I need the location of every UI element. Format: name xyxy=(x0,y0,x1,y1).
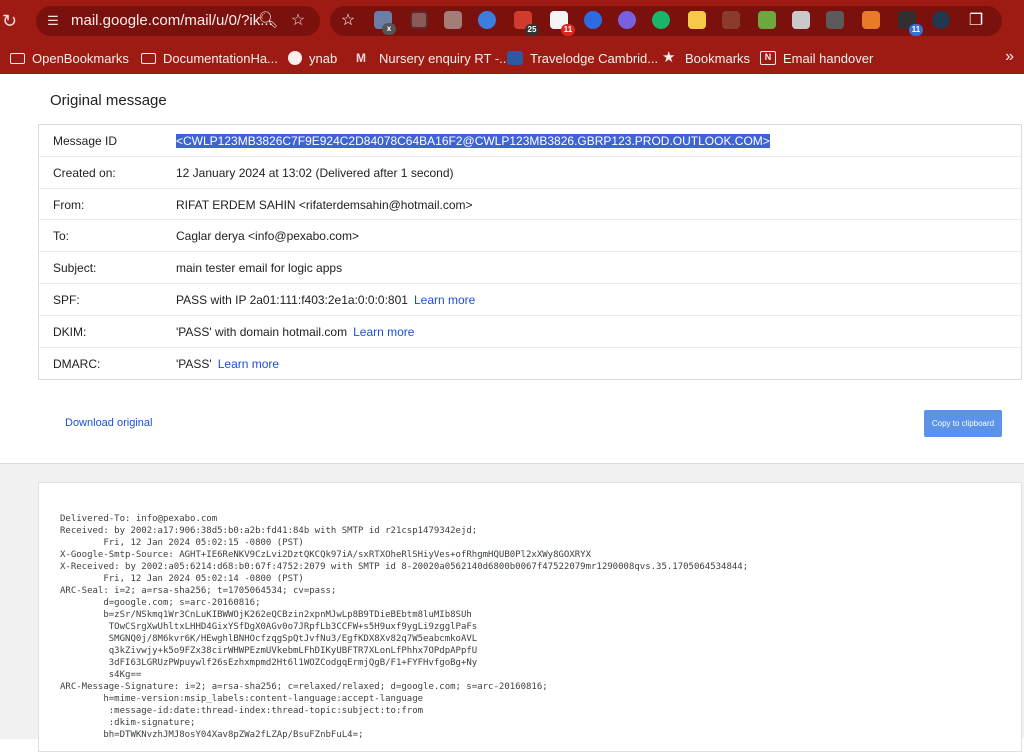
bookmark-item[interactable]: OpenBookmarks xyxy=(10,50,129,66)
extension-icon[interactable]: 11 xyxy=(898,11,923,36)
table-row: DMARC: 'PASS' Learn more xyxy=(39,348,1021,380)
dkim-learn-more-link[interactable]: Learn more xyxy=(353,325,414,339)
row-label: DKIM: xyxy=(53,324,87,339)
spf-learn-more-link[interactable]: Learn more xyxy=(414,293,475,307)
extension-badge: 11 xyxy=(909,24,923,36)
download-original-link[interactable]: Download original xyxy=(65,417,152,429)
bookmark-item[interactable]: ★ Bookmarks xyxy=(662,50,750,66)
gmail-icon: M xyxy=(356,51,366,65)
extensions-bar: ☆ x 25 11 11 ❐ xyxy=(330,6,1002,36)
bookmark-item[interactable]: N Email handover xyxy=(760,50,873,66)
address-bar[interactable]: ☰ mail.google.com/mail/u/0/?ik... 🔍︎ ☆ xyxy=(36,6,320,36)
row-label: From: xyxy=(53,197,85,212)
to-value: Caglar derya <info@pexabo.com> xyxy=(176,229,359,244)
notion-icon: N xyxy=(760,51,776,65)
folder-icon xyxy=(10,52,25,64)
extension-icon[interactable]: 11 xyxy=(550,11,575,36)
address-url[interactable]: mail.google.com/mail/u/0/?ik... xyxy=(71,12,273,29)
bookmark-item[interactable]: Travelodge Cambrid... xyxy=(507,50,658,66)
extension-icon[interactable] xyxy=(826,11,844,29)
extension-icon[interactable] xyxy=(862,11,880,29)
row-label: SPF: xyxy=(53,292,80,307)
row-label: Subject: xyxy=(53,261,97,276)
steam-icon[interactable] xyxy=(932,11,950,29)
extension-icon[interactable] xyxy=(792,11,810,29)
puzzle-icon[interactable]: ❐ xyxy=(966,11,986,31)
extension-badge: 25 xyxy=(525,24,539,36)
grammarly-icon[interactable] xyxy=(652,11,670,29)
extension-badge: 11 xyxy=(561,24,575,36)
table-row: SPF: PASS with IP 2a01:111:f403:2e1a:0:0… xyxy=(39,284,1021,316)
extension-icon[interactable]: x xyxy=(374,11,396,35)
miro-icon[interactable] xyxy=(688,11,706,29)
table-row: Message ID <CWLP123MB3826C7F9E924C2D8407… xyxy=(39,125,1021,157)
extension-icon[interactable] xyxy=(444,11,462,29)
row-label: To: xyxy=(53,229,70,244)
star-icon: ★ xyxy=(662,49,676,66)
table-row: DKIM: 'PASS' with domain hotmail.com Lear… xyxy=(39,316,1021,348)
extension-icon[interactable] xyxy=(618,11,636,29)
subject-value: main tester email for logic apps xyxy=(176,261,343,276)
copy-to-clipboard-button[interactable]: Copy to clipboard xyxy=(924,410,1002,437)
bookmark-item[interactable]: DocumentationHa... xyxy=(141,50,278,66)
dkim-value: 'PASS' with domain hotmail.com Learn more xyxy=(176,324,415,339)
extension-icon[interactable] xyxy=(478,11,496,29)
bookmark-star-icon[interactable]: ☆ xyxy=(288,11,308,31)
dmarc-value: 'PASS' Learn more xyxy=(176,356,280,371)
browser-toolbar: ↻ ☰ mail.google.com/mail/u/0/?ik... 🔍︎ ☆… xyxy=(0,0,1024,42)
created-value: 12 January 2024 at 13:02 (Delivered afte… xyxy=(176,165,454,180)
page-title: Original message xyxy=(50,92,167,109)
table-row: From: RIFAT ERDEM SAHIN <rifaterdemsahin… xyxy=(39,189,1021,221)
row-label: Message ID xyxy=(53,134,118,148)
raw-headers-text: Delivered-To: info@pexabo.com Received: … xyxy=(60,514,749,740)
message-id-value[interactable]: <CWLP123MB3826C7F9E924C2D84078C64BA16F2@… xyxy=(176,134,770,148)
reading-list-star-icon[interactable]: ☆ xyxy=(338,11,358,31)
travelodge-icon xyxy=(507,51,523,65)
from-value: RIFAT ERDEM SAHIN <rifaterdemsahin@hotma… xyxy=(176,197,473,212)
chevron-right-icon[interactable]: » xyxy=(1005,48,1014,66)
reload-icon[interactable]: ↻ xyxy=(2,10,22,32)
extension-icon[interactable] xyxy=(758,11,776,29)
raw-headers-panel: Delivered-To: info@pexabo.com Received: … xyxy=(38,482,1022,752)
site-info-icon[interactable]: ☰ xyxy=(44,13,62,29)
table-row: Created on: 12 January 2024 at 13:02 (De… xyxy=(39,157,1021,189)
zoom-extension-icon[interactable] xyxy=(584,11,602,29)
table-row: Subject: main tester email for logic app… xyxy=(39,252,1021,284)
spf-value: PASS with IP 2a01:111:f403:2e1a:0:0:0:80… xyxy=(176,292,476,307)
screenshot-extension-icon[interactable] xyxy=(410,11,428,29)
bookmarks-bar: OpenBookmarks DocumentationHa... ynab M … xyxy=(0,42,1024,74)
row-label: Created on: xyxy=(53,165,116,180)
dmarc-learn-more-link[interactable]: Learn more xyxy=(218,357,279,371)
bookmark-item[interactable]: ynab xyxy=(288,50,337,66)
folder-icon xyxy=(141,52,156,64)
bookmark-item[interactable]: M Nursery enquiry RT -... xyxy=(356,50,510,66)
extension-icon[interactable]: 25 xyxy=(514,11,539,36)
wordpress-icon xyxy=(288,51,302,65)
recycle-icon[interactable] xyxy=(722,11,740,29)
table-row: To: Caglar derya <info@pexabo.com> xyxy=(39,220,1021,253)
message-info-table: Message ID <CWLP123MB3826C7F9E924C2D8407… xyxy=(38,124,1022,381)
row-label: DMARC: xyxy=(53,356,101,371)
zoom-icon[interactable]: 🔍︎ xyxy=(258,11,278,31)
